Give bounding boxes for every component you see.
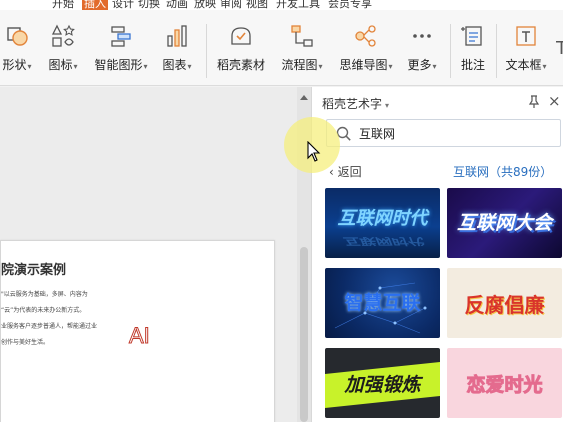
comment-label: 批注 xyxy=(460,58,485,72)
slide-text-line: "以云服务为基础，多屏、内容为 xyxy=(1,291,88,298)
comment-button[interactable]: 批注 xyxy=(456,24,490,80)
wordart-thumbnail-text: 恋爱时光 xyxy=(466,374,543,397)
flowchart-label: 流程图 xyxy=(281,58,318,72)
tab-review[interactable]: 审阅 xyxy=(220,0,242,10)
docer-wordart-panel: 稻壳艺术字▾ × ‹ 返回 互联网（共89份） 互联网时代 互联网时代 互联网大… xyxy=(311,87,563,422)
wordart-thumbnail[interactable]: 反腐倡廉 xyxy=(447,268,562,338)
flowchart-icon xyxy=(278,24,326,48)
docer-material-button[interactable]: 稻壳素材 xyxy=(214,24,268,80)
wps-presentation-window: 开始 插入 设计 切换 动画 放映 审阅 视图 开发工具 会员专享 形状▾ 图标… xyxy=(0,0,563,422)
tab-slideshow[interactable]: 放映 xyxy=(194,0,216,10)
chart-icon xyxy=(162,24,192,48)
smart-graphic-icon xyxy=(92,24,150,48)
more-button[interactable]: 更多▾ xyxy=(404,24,440,80)
tab-insert[interactable]: 插入 xyxy=(82,0,108,10)
smart-graphic-button[interactable]: 智能图形▾ xyxy=(92,24,150,80)
search-input[interactable] xyxy=(359,124,554,143)
shapes-label: 形状 xyxy=(2,58,27,72)
shapes-button[interactable]: 形状▾ xyxy=(2,24,32,80)
ribbon-separator xyxy=(450,24,451,78)
mindmap-button[interactable]: 思维导图▾ xyxy=(336,24,396,80)
textbox-icon xyxy=(502,24,550,48)
chevron-left-icon: ‹ xyxy=(329,165,338,179)
wordart-thumbnail-text: 加强锻炼 xyxy=(344,374,421,396)
slide-canvas[interactable]: 院演示案例 "以云服务为基础，多屏、内容为 “云”为代表的未来办公新方式。 业服… xyxy=(0,87,297,422)
mindmap-label: 思维导图 xyxy=(339,58,388,72)
back-label: 返回 xyxy=(337,165,362,179)
wordart-thumbnail-text: 互联网时代 xyxy=(337,208,428,229)
tab-design[interactable]: 设计 xyxy=(112,0,134,10)
panel-title-dropdown[interactable]: 稻壳艺术字 ▾ xyxy=(322,95,389,112)
wordart-thumbnail-text: 互联网大会 xyxy=(456,212,552,234)
chevron-down-icon: ▾ xyxy=(385,101,390,110)
textbox-button[interactable]: 文本框▾ xyxy=(502,24,550,80)
ribbon-separator xyxy=(206,24,207,78)
scrollbar-thumb[interactable] xyxy=(300,247,308,422)
textbox-label: 文本框 xyxy=(505,58,542,72)
ribbon-tab-strip: 开始 插入 设计 切换 动画 放映 审阅 视图 开发工具 会员专享 xyxy=(0,0,563,10)
wordart-thumbnail[interactable]: 互联网大会 xyxy=(447,188,562,258)
back-link[interactable]: ‹ 返回 xyxy=(329,163,362,180)
more-label: 更多 xyxy=(407,58,432,72)
tab-member[interactable]: 会员专享 xyxy=(328,0,372,10)
tab-developer[interactable]: 开发工具 xyxy=(276,0,320,10)
comment-icon xyxy=(456,24,490,48)
wordart-thumbnail-text: 反腐倡廉 xyxy=(464,293,545,317)
slide-title: 院演示案例 xyxy=(1,263,67,278)
tab-transition[interactable]: 切换 xyxy=(138,0,160,10)
slide-text-line: 创作与美好生活。 xyxy=(1,339,50,346)
chart-label: 图表 xyxy=(162,58,187,72)
slide-page[interactable]: 院演示案例 "以云服务为基础，多屏、内容为 “云”为代表的未来办公新方式。 业服… xyxy=(0,240,275,422)
slide-text-line: “云”为代表的未来办公新方式。 xyxy=(1,307,86,314)
icons-button[interactable]: 图标▾ xyxy=(46,24,80,80)
tab-view[interactable]: 视图 xyxy=(246,0,268,10)
wordart-thumbnail[interactable]: 加强锻炼 xyxy=(325,348,440,418)
wordart-thumbnail[interactable]: 智慧互联 xyxy=(325,268,440,338)
wordart-reflection: 互联网时代 xyxy=(342,235,423,247)
flowchart-button[interactable]: 流程图▾ xyxy=(278,24,326,80)
docer-material-icon xyxy=(214,24,268,48)
slide-text-line: 业服务客户逐步普通人，帮能通过业 xyxy=(1,323,98,330)
icons-label: 图标 xyxy=(48,58,73,72)
mindmap-icon xyxy=(336,24,396,48)
wordart-thumbnail-text: 智慧互联 xyxy=(344,292,421,314)
ribbon-insert-toolbar: 形状▾ 图标▾ 智能图形▾ 图表▾ 稻壳素材 流程图▾ 思维导图▾ 更多▾ 批注… xyxy=(0,10,563,86)
slide-ai-wordart[interactable]: AI xyxy=(129,323,151,349)
resize-cursor-icon xyxy=(307,140,321,167)
pin-icon[interactable] xyxy=(528,95,540,111)
wordart-thumbnail[interactable]: 互联网时代 互联网时代 xyxy=(325,188,440,258)
panel-title-label: 稻壳艺术字 xyxy=(322,97,383,111)
ribbon-overflow-stub[interactable]: T xyxy=(556,24,563,80)
smart-graphic-label: 智能图形 xyxy=(94,58,143,72)
tab-home[interactable]: 开始 xyxy=(52,0,74,10)
tab-animation[interactable]: 动画 xyxy=(166,0,188,10)
docer-material-label: 稻壳素材 xyxy=(216,58,265,72)
close-icon[interactable]: × xyxy=(548,92,561,110)
icons-icon xyxy=(46,24,80,48)
wordart-thumbnail[interactable]: 恋爱时光 xyxy=(447,348,562,418)
ribbon-separator xyxy=(496,24,497,78)
result-count: 互联网（共89份） xyxy=(453,165,553,179)
search-box[interactable] xyxy=(326,119,561,147)
more-icon xyxy=(404,24,440,48)
scroll-up-arrow-icon[interactable] xyxy=(300,95,308,100)
chart-button[interactable]: 图表▾ xyxy=(162,24,192,80)
shapes-icon xyxy=(2,24,32,48)
